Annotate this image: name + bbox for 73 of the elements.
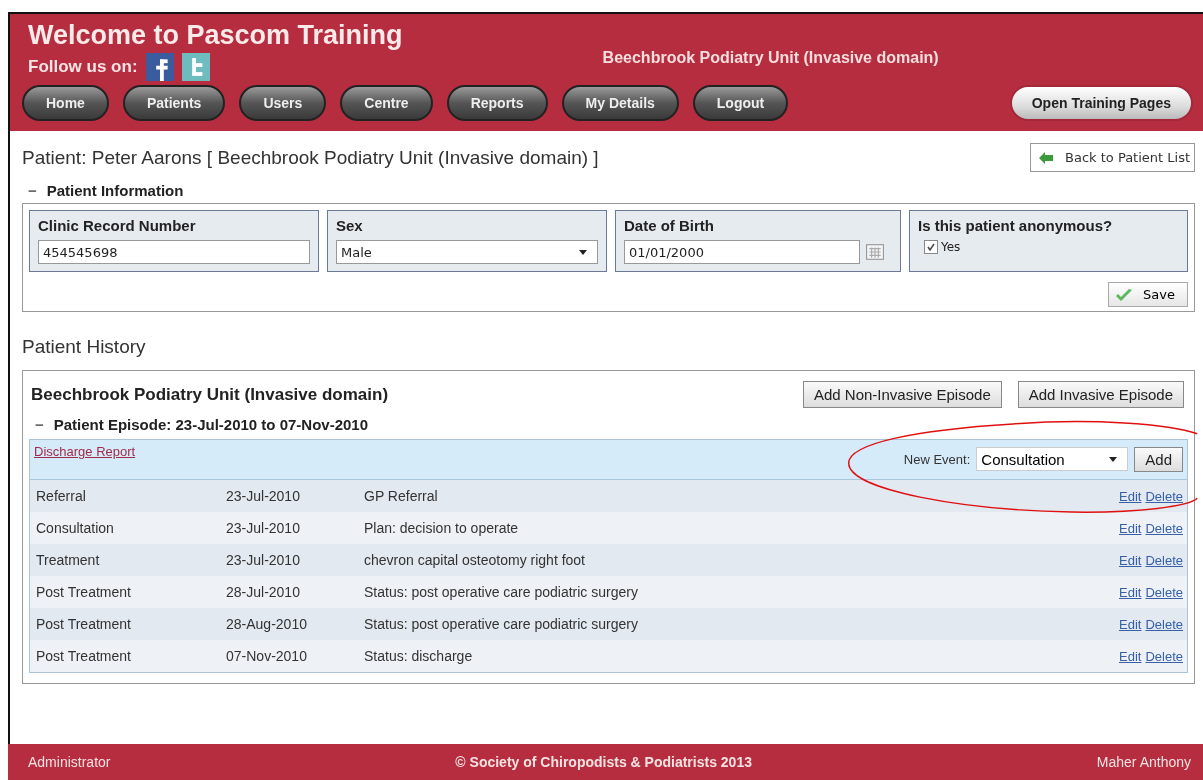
facebook-icon[interactable] (145, 53, 174, 81)
new-event-label: New Event: (903, 451, 971, 467)
save-button[interactable]: Save (1108, 282, 1188, 307)
field-label: Date of Birth (624, 217, 715, 234)
event-date: 23-Jul-2010 (226, 552, 301, 568)
site-title: Welcome to Pascom Training (28, 20, 403, 51)
edit-link[interactable]: Edit (1119, 648, 1142, 664)
edit-link[interactable]: Edit (1119, 584, 1142, 600)
event-dropdown[interactable]: Consultation (976, 447, 1129, 471)
field-label: Sex (336, 217, 364, 234)
collapse-toggle[interactable]: − (28, 182, 37, 199)
event-type: Treatment (36, 552, 101, 568)
event-detail: Status: post operative care podiatric surgery (364, 616, 639, 632)
event-detail: Status: post operative care podiatric surgery (364, 584, 639, 600)
add-episode-button[interactable]: Add Non-Invasive Episode (802, 381, 1002, 408)
edit-link[interactable]: Edit (1119, 488, 1142, 504)
event-date: 23-Jul-2010 (226, 488, 301, 504)
checkmark-icon (1115, 287, 1134, 302)
event-detail: Status: discharge (364, 648, 474, 664)
checkbox-label: Yes (941, 240, 961, 254)
nav-button[interactable]: Patients (122, 85, 226, 121)
edit-link[interactable]: Edit (1119, 616, 1142, 632)
record-number-field[interactable]: 454545698 (38, 240, 310, 264)
nav-button[interactable]: Centre (340, 85, 433, 121)
unit-name: Beechbrook Podiatry Unit (Invasive domain) (602, 49, 939, 67)
sex-dropdown[interactable]: Male (336, 240, 598, 264)
event-type: Post Treatment (36, 584, 132, 600)
event-type: Consultation (36, 520, 115, 536)
delete-link[interactable]: Delete (1145, 616, 1183, 632)
add-button[interactable]: Add (1134, 446, 1183, 472)
nav-button[interactable]: Users (239, 85, 327, 121)
history-title: Patient History (22, 336, 147, 358)
date-field[interactable]: 01/01/2000 (624, 240, 860, 264)
event-detail: Plan: decision to operate (364, 520, 520, 536)
nav-button[interactable]: My Details (561, 85, 679, 121)
copyright-text: © Society of Chiropodists & Podiatrists 2013 (455, 754, 752, 770)
user-name: Maher Anthony (1096, 754, 1191, 770)
twitter-icon[interactable] (181, 53, 210, 81)
event-date: 07-Nov-2010 (226, 648, 308, 664)
user-role: Administrator (28, 754, 111, 770)
event-detail: GP Referral (364, 488, 439, 504)
event-date: 28-Jul-2010 (226, 584, 301, 600)
unit-heading: Beechbrook Podiatry Unit (Invasive domain) (31, 384, 390, 405)
training-button[interactable]: Open Training Pages (1009, 85, 1193, 121)
episode-title: Patient Episode: 23-Jul-2010 to 07-Nov-2010 (53, 416, 369, 433)
calendar-icon[interactable] (866, 244, 884, 260)
back-button[interactable]: Back to Patient List (1030, 143, 1195, 172)
discharge-report-link[interactable]: Discharge Report (34, 444, 136, 459)
anonymous-checkbox[interactable] (924, 240, 938, 254)
field-label: Is this patient anonymous? (918, 217, 1114, 234)
delete-link[interactable]: Delete (1145, 648, 1183, 664)
nav-button[interactable]: Reports (446, 85, 548, 121)
event-detail: chevron capital osteotomy right foot (364, 552, 586, 568)
section-title: Patient Information (46, 182, 184, 199)
edit-link[interactable]: Edit (1119, 520, 1142, 536)
field-label: Clinic Record Number (38, 217, 197, 234)
delete-link[interactable]: Delete (1145, 520, 1183, 536)
nav-button[interactable]: Home (22, 85, 109, 121)
event-type: Post Treatment (36, 648, 132, 664)
event-type: Referral (36, 488, 87, 504)
nav-button[interactable]: Logout (692, 85, 789, 121)
event-date: 23-Jul-2010 (226, 520, 301, 536)
collapse-toggle[interactable]: − (35, 416, 44, 433)
edit-link[interactable]: Edit (1119, 552, 1142, 568)
event-date: 28-Aug-2010 (226, 616, 308, 632)
back-arrow-icon (1039, 151, 1053, 164)
delete-link[interactable]: Delete (1145, 552, 1183, 568)
follow-label: Follow us on: (28, 57, 138, 77)
delete-link[interactable]: Delete (1145, 488, 1183, 504)
event-type: Post Treatment (36, 616, 132, 632)
delete-link[interactable]: Delete (1145, 584, 1183, 600)
page-title: Patient: Peter Aarons [ Beechbrook Podiatry Unit (Invasive domain) ] (22, 146, 599, 169)
add-episode-button[interactable]: Add Invasive Episode (1017, 381, 1184, 408)
